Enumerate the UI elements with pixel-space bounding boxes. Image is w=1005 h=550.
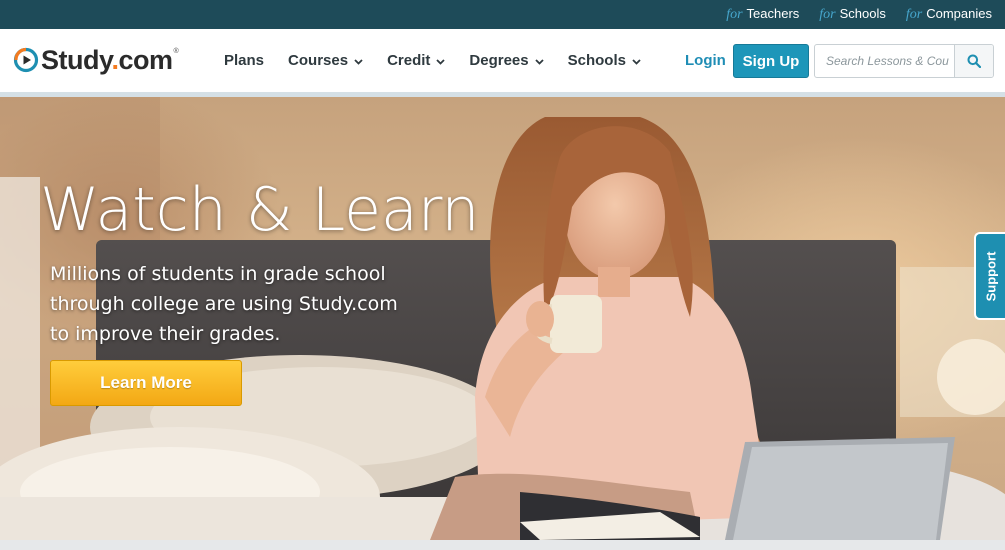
hero-subtitle-line: to improve their grades. [50, 323, 281, 345]
hero-subtitle-line: through college are using Study.com [50, 293, 398, 315]
for-teachers-link[interactable]: for Teachers [726, 6, 799, 23]
logo-wordmark: Study.com [41, 44, 173, 75]
main-header: Study.com ® Plans Courses Credit Degrees … [0, 29, 1005, 92]
play-circle-icon [13, 47, 39, 73]
hero-subtitle: Millions of students in grade school thr… [50, 259, 410, 349]
registered-mark: ® [173, 47, 179, 55]
nav-schools-label: Schools [567, 52, 626, 69]
nav-schools[interactable]: Schools [568, 52, 641, 69]
for-schools-link[interactable]: for Schools [819, 6, 886, 23]
nav-plans[interactable]: Plans [224, 52, 264, 69]
nav-credit-label: Credit [387, 52, 431, 69]
nav-degrees[interactable]: Degrees [469, 52, 544, 69]
study-com-logo[interactable]: Study.com ® [13, 44, 179, 76]
chevron-down-icon [632, 58, 641, 65]
nav-courses[interactable]: Courses [288, 52, 363, 69]
nav-plans-label: Plans [224, 52, 265, 69]
nav-courses-label: Courses [288, 52, 349, 69]
schools-label: Schools [839, 6, 886, 21]
chevron-down-icon [436, 58, 446, 65]
search-button[interactable] [954, 45, 993, 77]
learn-more-button[interactable]: Learn More [50, 360, 242, 406]
top-utility-bar: for Teachers for Schools for Companies [0, 0, 1005, 29]
for-companies-link[interactable]: for Companies [906, 6, 992, 23]
main-nav: Plans Courses Credit Degrees Schools [224, 29, 665, 92]
hero-banner: Watch & Learn Millions of students in gr… [0, 97, 1005, 540]
nav-credit[interactable]: Credit [387, 52, 446, 69]
for-prefix: for [819, 7, 836, 22]
companies-label: Companies [926, 6, 992, 21]
search-box [814, 44, 994, 78]
hero-title: Watch & Learn [40, 175, 480, 245]
audience-links: for Teachers for Schools for Companies [726, 0, 992, 29]
nav-degrees-label: Degrees [469, 52, 529, 69]
page-bottom-edge [0, 540, 1005, 550]
search-icon [967, 54, 981, 68]
teachers-label: Teachers [746, 6, 800, 21]
for-prefix: for [905, 7, 923, 22]
for-prefix: for [726, 7, 743, 22]
sign-up-button[interactable]: Sign Up [733, 44, 809, 78]
support-tab[interactable]: Support [974, 232, 1005, 320]
search-input[interactable] [815, 45, 954, 77]
support-label: Support [983, 251, 999, 301]
login-link[interactable]: Login [685, 52, 726, 69]
chevron-down-icon [354, 58, 363, 65]
hero-subtitle-line: Millions of students in grade school [50, 263, 386, 285]
chevron-down-icon [534, 58, 544, 65]
